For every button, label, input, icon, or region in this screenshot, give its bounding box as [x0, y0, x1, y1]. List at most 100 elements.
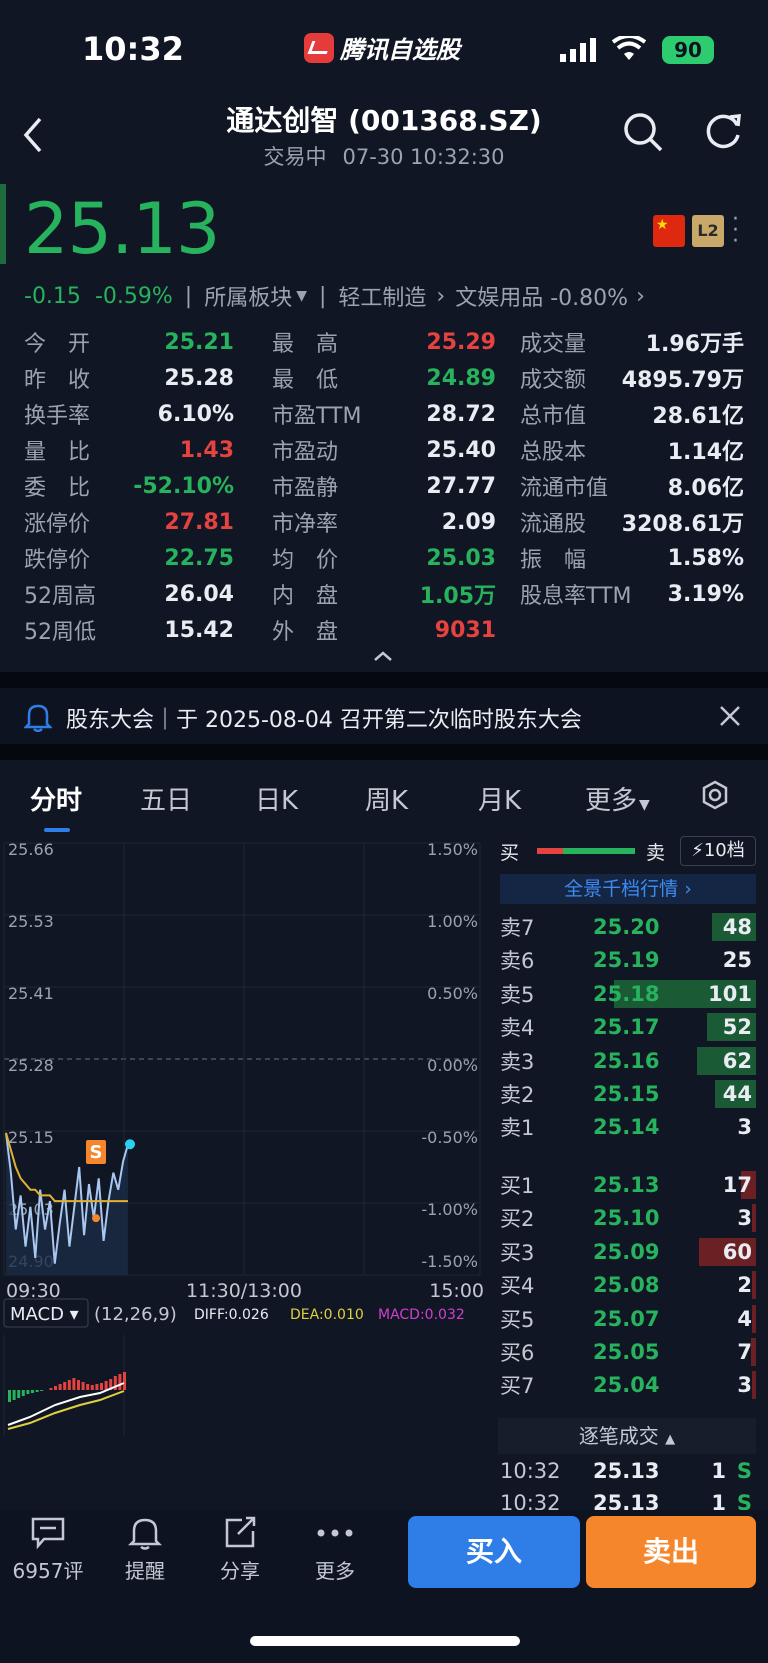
macd-bar	[104, 1381, 108, 1390]
stat-value: -52.10%	[133, 473, 234, 499]
y-tick-right: 1.00%	[427, 912, 478, 931]
tab-monthly-k[interactable]: 月K	[478, 780, 521, 817]
close-icon[interactable]	[718, 704, 742, 728]
collapse-icon[interactable]	[373, 650, 393, 662]
macd-bar	[17, 1390, 21, 1398]
stat-col1-row: 涨停价 27.81	[24, 506, 234, 538]
buy-button[interactable]: 买入	[408, 1516, 580, 1588]
bid-row[interactable]: 买6 25.05 7	[498, 1335, 756, 1369]
macd-bar	[54, 1386, 57, 1390]
comments-button[interactable]: 6957评	[8, 1516, 88, 1584]
tab-more-label: 更多	[585, 786, 638, 816]
stat-label: 最 高	[272, 332, 339, 357]
ask-row[interactable]: 卖3 25.16 62	[498, 1044, 756, 1078]
macd-bar	[58, 1384, 62, 1390]
home-indicator	[250, 1636, 520, 1646]
ob-price: 25.08	[593, 1273, 660, 1298]
ticks-header[interactable]: 逐笔成交 ▲	[498, 1418, 756, 1454]
stat-value: 25.29	[426, 329, 496, 355]
macd-value: MACD:0.032	[378, 1307, 465, 1323]
stat-label: 振 幅	[520, 548, 587, 573]
full-depth-link[interactable]: 全景千档行情 ›	[500, 874, 756, 904]
tab-more[interactable]: 更多 ▼	[585, 780, 650, 817]
l2-badge[interactable]: L2	[692, 215, 724, 247]
ask-row[interactable]: 卖4 25.17 52	[498, 1010, 756, 1044]
full-depth-label: 全景千档行情	[564, 878, 679, 900]
bid-row[interactable]: 买2 25.10 3	[498, 1201, 756, 1235]
macd-name: MACD ▾	[10, 1304, 79, 1325]
ob-vol: 60	[722, 1239, 752, 1264]
divider	[0, 744, 768, 760]
macd-bar	[72, 1378, 76, 1390]
notice-banner[interactable]: 股东大会｜于 2025-08-04 召开第二次临时股东大会	[0, 688, 768, 744]
refresh-icon[interactable]	[704, 111, 744, 151]
sector-label[interactable]: 所属板块	[204, 280, 292, 312]
ob-label: 卖2	[500, 1083, 535, 1107]
ob-vol: 52	[722, 1015, 752, 1040]
ob-vol: 44	[722, 1082, 752, 1106]
tab-5day[interactable]: 五日	[140, 780, 192, 817]
stat-value: 25.40	[426, 437, 496, 463]
ob-price: 25.04	[593, 1373, 660, 1398]
tab-daily-k[interactable]: 日K	[255, 780, 298, 817]
comments-count: 6957评	[12, 1559, 84, 1583]
ask-row[interactable]: 卖7 25.20 48	[498, 910, 756, 944]
stat-value: 3.19%	[667, 581, 744, 607]
search-icon[interactable]	[622, 111, 664, 153]
levels-toggle[interactable]: ⚡10档	[680, 836, 756, 866]
stat-value: 6.10%	[157, 401, 234, 427]
ob-label: 卖6	[500, 949, 535, 974]
stat-label: 流通股	[520, 512, 587, 537]
bid-row[interactable]: 买5 25.07 4	[498, 1302, 756, 1336]
ask-row[interactable]: 卖5 25.18 101	[498, 977, 756, 1011]
remind-label: 提醒	[125, 1559, 165, 1583]
stat-col2-row: 市盈静 27.77	[272, 470, 496, 502]
ob-price: 25.07	[593, 1306, 660, 1331]
macd-params: (12,26,9)	[94, 1304, 177, 1325]
macd-bar	[123, 1372, 126, 1390]
remind-button[interactable]: 提醒	[110, 1516, 180, 1584]
stat-label: 成交量	[520, 332, 587, 357]
stat-label: 委 比	[24, 476, 91, 501]
settings-icon[interactable]	[700, 780, 730, 810]
bid-row[interactable]: 买4 25.08 2	[498, 1268, 756, 1302]
stat-label: 今 开	[24, 332, 91, 357]
stock-header: 通达创智 (001368.SZ) 交易中 07-30 10:32:30	[0, 95, 768, 175]
sector-primary[interactable]: 轻工制造	[338, 280, 426, 312]
wifi-icon	[612, 36, 646, 60]
macd-bar	[86, 1384, 90, 1390]
bid-row[interactable]: 买1 25.13 17	[498, 1168, 756, 1202]
tick-vol: 1	[711, 1459, 726, 1483]
stat-value: 1.58%	[667, 545, 744, 571]
stat-label: 市盈TTM	[272, 404, 362, 429]
macd-bar	[31, 1390, 34, 1393]
signal-icon	[560, 38, 596, 62]
ob-vol: 101	[708, 981, 752, 1006]
ask-row[interactable]: 卖1 25.14 3	[498, 1110, 756, 1144]
ask-row[interactable]: 卖2 25.15 44	[498, 1077, 756, 1111]
bid-row[interactable]: 买3 25.09 60	[498, 1235, 756, 1269]
more-vertical-icon[interactable]: · · ·	[732, 209, 739, 253]
tab-intraday[interactable]: 分时	[30, 780, 82, 817]
more-button[interactable]: 更多	[300, 1516, 370, 1584]
ask-row[interactable]: 卖6 25.19 25	[498, 943, 756, 977]
intraday-chart[interactable]: 25.6625.5325.4125.2825.1525.0324.901.50%…	[0, 835, 492, 1435]
share-button[interactable]: 分享	[205, 1516, 275, 1584]
stat-value: 3208.61万	[621, 512, 744, 537]
ob-ratio-red	[537, 848, 563, 854]
sector-secondary[interactable]: 文娱用品 -0.80%	[455, 280, 628, 312]
stat-col1-row: 52周低 15.42	[24, 614, 234, 646]
ob-label: 卖4	[500, 1016, 535, 1041]
ob-label: 买6	[500, 1341, 535, 1365]
ob-label: 卖3	[500, 1049, 535, 1074]
tab-weekly-k[interactable]: 周K	[365, 780, 408, 817]
trade-status-label: 交易中	[263, 145, 327, 169]
chevron-right-icon: ›	[636, 283, 645, 309]
stat-value: 26.04	[164, 581, 234, 607]
bid-row[interactable]: 买7 25.04 3	[498, 1368, 756, 1402]
ob-label: 买7	[500, 1374, 535, 1399]
sell-button[interactable]: 卖出	[586, 1516, 756, 1588]
ob-vol: 3	[737, 1373, 752, 1398]
ob-price: 25.09	[593, 1239, 660, 1264]
stat-label: 成交额	[520, 368, 587, 393]
